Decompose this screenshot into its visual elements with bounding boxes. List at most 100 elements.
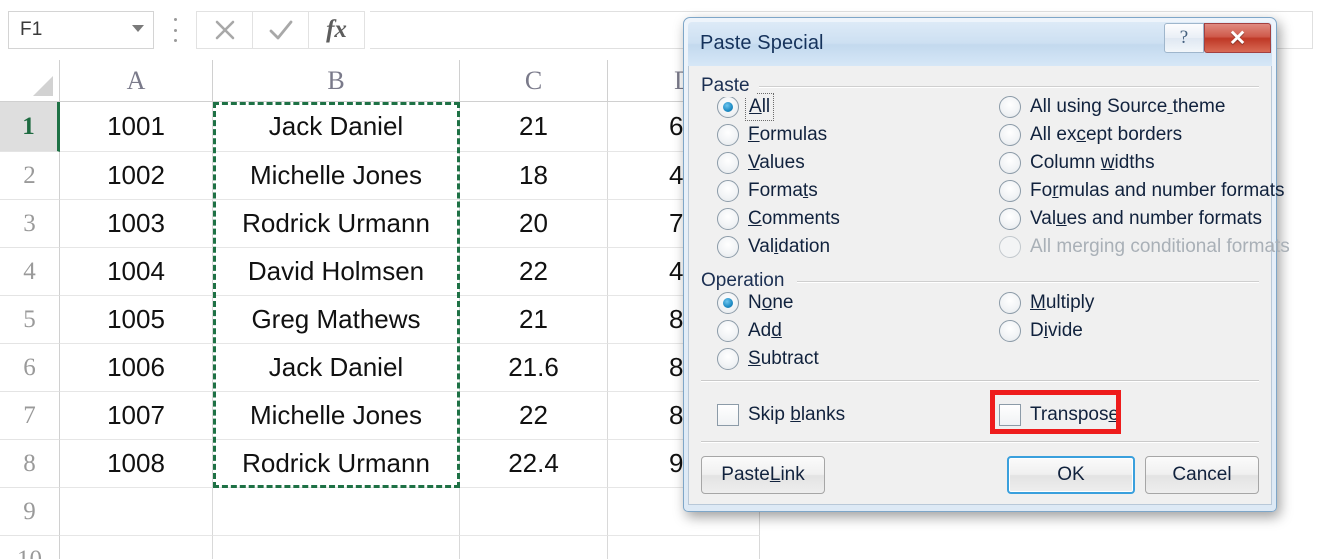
cell-A9[interactable] — [60, 488, 213, 536]
cell-C1[interactable]: 21 — [460, 102, 608, 152]
dialog-title-bar[interactable]: Paste Special ? ✕ — [688, 22, 1272, 66]
cell-C4[interactable]: 22 — [460, 248, 608, 296]
cell-C2[interactable]: 18 — [460, 152, 608, 200]
cell-A4[interactable]: 1004 — [60, 248, 213, 296]
cell-B6[interactable]: Jack Daniel — [213, 344, 460, 392]
cell-B10[interactable] — [213, 536, 460, 559]
paste-group-label: Paste — [701, 75, 756, 97]
paste-option-values[interactable]: Values — [717, 148, 805, 178]
name-box-value: F1 — [20, 19, 43, 40]
ok-button[interactable]: OK — [1007, 456, 1135, 494]
operation-group-divider — [797, 281, 1259, 283]
cancel-entry-icon[interactable] — [196, 11, 252, 49]
radio-indicator — [717, 96, 739, 118]
cell-B9[interactable] — [213, 488, 460, 536]
select-all-corner[interactable] — [0, 60, 60, 102]
cell-B1[interactable]: Jack Daniel — [213, 102, 460, 152]
row-header-10[interactable]: 10 — [0, 536, 60, 559]
operation-option-subtract[interactable]: Subtract — [717, 344, 819, 374]
cell-C10[interactable] — [460, 536, 608, 559]
cell-A2[interactable]: 1002 — [60, 152, 213, 200]
cell-D10[interactable] — [608, 536, 760, 559]
row-header-8[interactable]: 8 — [0, 440, 60, 488]
close-icon[interactable]: ✕ — [1204, 23, 1271, 53]
option-label: Add — [748, 320, 782, 341]
dialog-body: Paste All Formulas Values Formats Comments Va… — [688, 66, 1290, 505]
cell-B5[interactable]: Greg Mathews — [213, 296, 460, 344]
radio-indicator — [717, 180, 739, 202]
radio-indicator — [999, 180, 1021, 202]
option-label: Divide — [1030, 320, 1083, 341]
cell-B4[interactable]: David Holmsen — [213, 248, 460, 296]
row-header-4[interactable]: 4 — [0, 248, 60, 296]
paste-option-formulas[interactable]: Formulas — [717, 120, 827, 150]
column-header-c[interactable]: C — [460, 60, 608, 102]
radio-indicator — [999, 152, 1021, 174]
operation-option-add[interactable]: Add — [717, 316, 782, 346]
operation-group-label: Operation — [701, 270, 791, 292]
radio-indicator — [717, 292, 739, 314]
row-header-6[interactable]: 6 — [0, 344, 60, 392]
paste-option-comments[interactable]: Comments — [717, 204, 840, 234]
operation-option-none[interactable]: None — [717, 288, 793, 318]
paste-option-all-using-source-theme[interactable]: All using Source theme — [999, 92, 1225, 122]
cell-B7[interactable]: Michelle Jones — [213, 392, 460, 440]
row-header-9[interactable]: 9 — [0, 488, 60, 536]
cell-B8[interactable]: Rodrick Urmann — [213, 440, 460, 488]
column-header-b[interactable]: B — [213, 60, 460, 102]
insert-function-icon[interactable]: fx — [308, 11, 365, 49]
paste-option-column-widths[interactable]: Column widths — [999, 148, 1155, 178]
radio-indicator — [999, 320, 1021, 342]
row-header-5[interactable]: 5 — [0, 296, 60, 344]
radio-indicator — [999, 236, 1021, 258]
row-header-1[interactable]: 1 — [0, 102, 60, 152]
radio-indicator — [999, 208, 1021, 230]
button-bar-divider — [701, 441, 1259, 443]
cell-B3[interactable]: Rodrick Urmann — [213, 200, 460, 248]
option-label: All using Source theme — [1030, 96, 1226, 117]
paste-option-formulas-and-number-formats[interactable]: Formulas and number formats — [999, 176, 1285, 206]
checkbox-transpose[interactable]: Transpose — [999, 400, 1119, 430]
checkbox-skip-blanks[interactable]: Skip blanks — [717, 400, 845, 430]
column-header-a[interactable]: A — [60, 60, 213, 102]
row-header-7[interactable]: 7 — [0, 392, 60, 440]
cell-A3[interactable]: 1003 — [60, 200, 213, 248]
cell-C9[interactable] — [460, 488, 608, 536]
row-header-3[interactable]: 3 — [0, 200, 60, 248]
name-box[interactable]: F1 — [8, 11, 154, 49]
cell-A8[interactable]: 1008 — [60, 440, 213, 488]
cell-C8[interactable]: 22.4 — [460, 440, 608, 488]
operation-option-divide[interactable]: Divide — [999, 316, 1083, 346]
cell-A5[interactable]: 1005 — [60, 296, 213, 344]
paste-option-values-and-number-formats[interactable]: Values and number formats — [999, 204, 1262, 234]
option-label: Values and number formats — [1030, 208, 1263, 229]
row-header-2[interactable]: 2 — [0, 152, 60, 200]
paste-group-divider — [759, 86, 1259, 88]
cell-A7[interactable]: 1007 — [60, 392, 213, 440]
paste-option-formats[interactable]: Formats — [717, 176, 818, 206]
radio-indicator — [999, 96, 1021, 118]
paste-link-button[interactable]: Paste Link — [701, 456, 825, 494]
cell-C7[interactable]: 22 — [460, 392, 608, 440]
radio-indicator — [717, 152, 739, 174]
cell-B2[interactable]: Michelle Jones — [213, 152, 460, 200]
accept-entry-icon[interactable] — [252, 11, 308, 49]
cell-A6[interactable]: 1006 — [60, 344, 213, 392]
option-label: Values — [748, 152, 805, 173]
cell-A10[interactable] — [60, 536, 213, 559]
radio-indicator — [999, 292, 1021, 314]
cancel-button[interactable]: Cancel — [1145, 456, 1259, 494]
formula-bar-grip[interactable] — [172, 18, 178, 42]
chevron-down-icon[interactable] — [123, 25, 153, 35]
cell-C6[interactable]: 21.6 — [460, 344, 608, 392]
operation-option-multiply[interactable]: Multiply — [999, 288, 1094, 318]
paste-option-validation[interactable]: Validation — [717, 232, 830, 262]
cell-C5[interactable]: 21 — [460, 296, 608, 344]
paste-option-all-except-borders[interactable]: All except borders — [999, 120, 1182, 150]
dialog-title: Paste Special — [700, 32, 824, 54]
cell-A1[interactable]: 1001 — [60, 102, 213, 152]
help-icon[interactable]: ? — [1164, 23, 1204, 53]
cell-C3[interactable]: 20 — [460, 200, 608, 248]
option-label: Formulas and number formats — [1030, 180, 1285, 201]
fx-label: fx — [326, 16, 347, 43]
